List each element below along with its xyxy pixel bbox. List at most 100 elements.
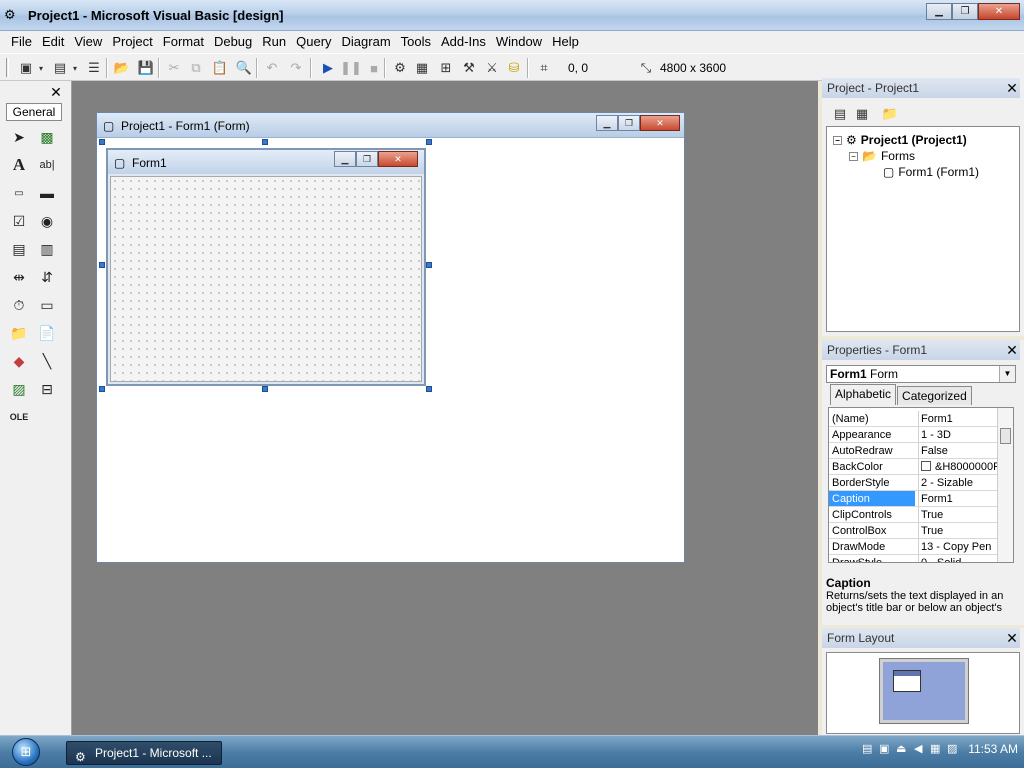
- scrollbar-thumb[interactable]: [1000, 428, 1011, 444]
- taskbar-item-vb[interactable]: ⚙ Project1 - Microsoft ...: [66, 741, 222, 765]
- shape-tool-icon[interactable]: ◆: [8, 350, 30, 372]
- resize-handle-se[interactable]: [426, 386, 432, 392]
- properties-window-icon[interactable]: ▦: [412, 58, 432, 78]
- ole-tool-icon[interactable]: OLE: [8, 406, 30, 428]
- object-browser-icon[interactable]: ⚒: [459, 58, 479, 78]
- drivelistbox-tool-icon[interactable]: ▭: [36, 294, 58, 316]
- menu-help[interactable]: Help: [547, 32, 584, 52]
- project-explorer-icon[interactable]: ⚙: [390, 58, 410, 78]
- menu-edit[interactable]: Edit: [37, 32, 69, 52]
- volume-icon[interactable]: ◀: [911, 742, 925, 756]
- open-project-icon[interactable]: 📂: [112, 58, 132, 78]
- image-tool-icon[interactable]: ▨: [8, 378, 30, 400]
- cut-icon[interactable]: ✂: [164, 58, 184, 78]
- textbox-tool-icon[interactable]: ab|: [36, 154, 58, 176]
- tab-categorized[interactable]: Categorized: [897, 386, 972, 405]
- frame-tool-icon[interactable]: ▭: [8, 182, 30, 204]
- menu-file[interactable]: File: [6, 32, 37, 52]
- menu-diagram[interactable]: Diagram: [337, 32, 396, 52]
- tree-item-project[interactable]: − ⚙ Project1 (Project1): [833, 133, 967, 147]
- form-position-preview[interactable]: [893, 670, 921, 692]
- minimize-button[interactable]: ▁: [926, 3, 952, 20]
- property-row-selected[interactable]: Caption Form1: [829, 491, 997, 507]
- system-clock[interactable]: 11:53 AM: [968, 742, 1018, 756]
- menu-editor-icon[interactable]: ☰: [84, 58, 104, 78]
- main-title-bar[interactable]: ⚙ Project1 - Microsoft Visual Basic [des…: [0, 0, 1024, 31]
- add-form-icon[interactable]: ▤: [50, 58, 70, 78]
- toggle-folders-icon[interactable]: 📁: [880, 104, 900, 124]
- data-view-icon[interactable]: ⛁: [504, 58, 524, 78]
- copy-icon[interactable]: ⧉: [186, 58, 206, 78]
- resize-handle-nw[interactable]: [99, 139, 105, 145]
- dirlistbox-tool-icon[interactable]: 📁: [8, 322, 30, 344]
- form1-minimize-button[interactable]: ▁: [334, 151, 356, 167]
- menu-project[interactable]: Project: [107, 32, 157, 52]
- commandbutton-tool-icon[interactable]: ▬: [36, 182, 58, 204]
- undo-icon[interactable]: ↶: [262, 58, 282, 78]
- tree-item-form1[interactable]: ▢ Form1 (Form1): [883, 165, 979, 179]
- vscrollbar-tool-icon[interactable]: ⇵: [36, 266, 58, 288]
- close-button[interactable]: ✕: [978, 3, 1020, 20]
- menu-add-ins[interactable]: Add-Ins: [436, 32, 491, 52]
- menu-format[interactable]: Format: [158, 32, 209, 52]
- data-tool-icon[interactable]: ⊟: [36, 378, 58, 400]
- property-row[interactable]: BorderStyle 2 - Sizable: [829, 475, 997, 491]
- resize-handle-w[interactable]: [99, 262, 105, 268]
- start-icon[interactable]: ▶: [318, 58, 338, 78]
- form1-title-bar[interactable]: ▢ Form1 ▁ ❐ ✕: [108, 150, 424, 174]
- toolbox-close-icon[interactable]: ✕: [48, 84, 64, 100]
- form1-close-button[interactable]: ✕: [378, 151, 418, 167]
- collapse-icon[interactable]: −: [849, 151, 858, 161]
- label-tool-icon[interactable]: A: [8, 154, 30, 176]
- property-grid-scrollbar[interactable]: [997, 408, 1013, 562]
- property-row[interactable]: BackColor &H8000000F: [829, 459, 997, 475]
- property-row[interactable]: DrawStyle 0 - Solid: [829, 555, 997, 562]
- tab-alphabetic[interactable]: Alphabetic: [830, 384, 897, 405]
- form-designer-close-button[interactable]: ✕: [640, 115, 680, 131]
- picturebox-tool-icon[interactable]: ▩: [36, 126, 58, 148]
- network-icon[interactable]: ▤: [860, 742, 874, 756]
- form-layout-icon[interactable]: ⊞: [436, 58, 456, 78]
- find-icon[interactable]: 🔍: [234, 58, 254, 78]
- form-designer-maximize-button[interactable]: ❐: [618, 115, 640, 131]
- view-object-icon[interactable]: ▦: [852, 104, 872, 124]
- checkbox-tool-icon[interactable]: ☑: [8, 210, 30, 232]
- toolbox-tab-general[interactable]: General: [6, 103, 62, 121]
- menu-tools[interactable]: Tools: [396, 32, 436, 52]
- property-row[interactable]: ClipControls True: [829, 507, 997, 523]
- save-project-icon[interactable]: 💾: [136, 58, 156, 78]
- timer-tool-icon[interactable]: ⏱: [8, 294, 30, 316]
- property-row[interactable]: AutoRedraw False: [829, 443, 997, 459]
- line-tool-icon[interactable]: ╲: [36, 350, 58, 372]
- property-row[interactable]: Appearance 1 - 3D: [829, 427, 997, 443]
- chevron-down-icon[interactable]: ▼: [999, 366, 1015, 382]
- menu-query[interactable]: Query: [291, 32, 336, 52]
- form1-maximize-button[interactable]: ❐: [356, 151, 378, 167]
- property-row[interactable]: ControlBox True: [829, 523, 997, 539]
- resize-handle-ne[interactable]: [426, 139, 432, 145]
- redo-icon[interactable]: ↷: [286, 58, 306, 78]
- pointer-tool-icon[interactable]: ➤: [8, 126, 30, 148]
- resize-handle-s[interactable]: [262, 386, 268, 392]
- start-button[interactable]: ⊞: [6, 737, 46, 767]
- filelistbox-tool-icon[interactable]: 📄: [36, 322, 58, 344]
- end-icon[interactable]: ■: [364, 58, 384, 78]
- resize-handle-sw[interactable]: [99, 386, 105, 392]
- form-designer-minimize-button[interactable]: ▁: [596, 115, 618, 131]
- view-code-icon[interactable]: ▤: [830, 104, 850, 124]
- collapse-icon[interactable]: −: [833, 135, 842, 145]
- form1-design-surface[interactable]: ▢ Form1 ▁ ❐ ✕: [106, 148, 426, 386]
- device-icon[interactable]: ▣: [877, 742, 891, 756]
- menu-view[interactable]: View: [69, 32, 107, 52]
- property-row[interactable]: (Name) Form1: [829, 411, 997, 427]
- resize-handle-n[interactable]: [262, 139, 268, 145]
- maximize-button[interactable]: ❐: [952, 3, 978, 20]
- resize-handle-e[interactable]: [426, 262, 432, 268]
- listbox-tool-icon[interactable]: ▥: [36, 238, 58, 260]
- form-designer-title-bar[interactable]: ▢ Project1 - Form1 (Form) ▁ ❐ ✕: [97, 113, 684, 138]
- add-project-icon[interactable]: ▣: [16, 58, 36, 78]
- paste-icon[interactable]: 📋: [210, 58, 230, 78]
- safely-remove-icon[interactable]: ⏏: [894, 742, 908, 756]
- project-panel-close-icon[interactable]: ✕: [1004, 80, 1020, 96]
- form1-grid[interactable]: [110, 176, 422, 382]
